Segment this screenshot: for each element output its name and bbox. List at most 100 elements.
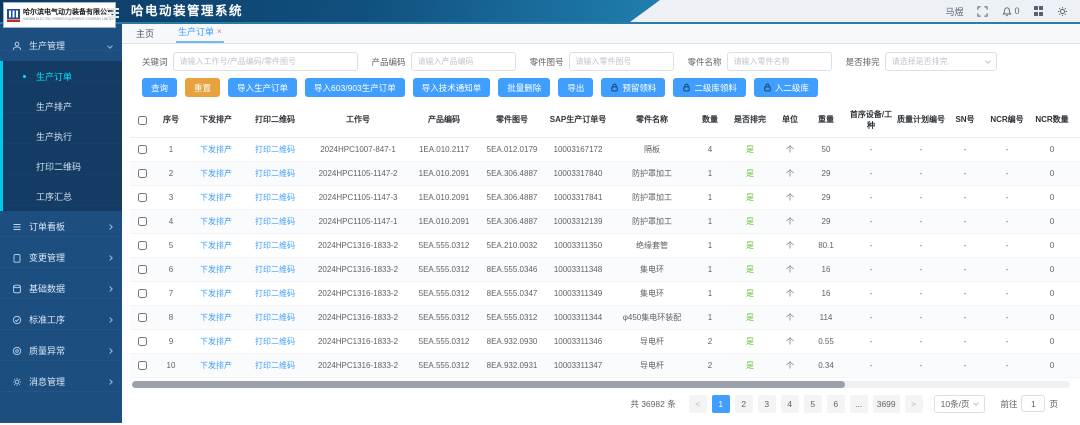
row-checkbox[interactable] (138, 289, 147, 298)
print-qr-link[interactable]: 打印二维码 (255, 193, 295, 202)
tab-home[interactable]: 主页 (134, 24, 156, 43)
page-number[interactable]: ... (850, 395, 868, 413)
cell-sap-order-no: 10003317840 (546, 161, 610, 185)
horizontal-scrollbar-thumb[interactable] (132, 381, 845, 388)
sidebar-group-quality[interactable]: 质量异常 (0, 335, 122, 366)
dispatch-link[interactable]: 下发排产 (200, 193, 232, 202)
menu-collapse-icon[interactable] (108, 8, 119, 20)
dispatch-link[interactable]: 下发排产 (200, 241, 232, 250)
prev-page-button[interactable]: < (689, 395, 707, 413)
tab-production-order[interactable]: 生产订单 × (176, 24, 224, 43)
print-qr-link[interactable]: 打印二维码 (255, 217, 295, 226)
notification-bell[interactable]: 0 (1002, 6, 1019, 17)
product-code-input[interactable] (411, 52, 516, 71)
close-tab-icon[interactable]: × (217, 28, 222, 36)
dispatch-link[interactable]: 下发排产 (200, 337, 232, 346)
secondary-store-in-button[interactable]: 入二级库 (754, 78, 818, 97)
row-checkbox[interactable] (138, 217, 147, 226)
part-drawing-label: 零件图号 (530, 56, 564, 68)
cell-part-name: 导电杆 (610, 353, 694, 377)
dispatch-link[interactable]: 下发排产 (200, 217, 232, 226)
horizontal-scrollbar-track[interactable] (132, 381, 1070, 388)
dispatch-link[interactable]: 下发排产 (200, 313, 232, 322)
row-checkbox[interactable] (138, 265, 147, 274)
dispatch-link[interactable]: 下发排产 (200, 289, 232, 298)
row-checkbox[interactable] (138, 313, 147, 322)
dispatch-link[interactable]: 下发排产 (200, 361, 232, 370)
cell-quality-plan-no: - (896, 233, 946, 257)
import-order-button[interactable]: 导入生产订单 (228, 78, 297, 97)
cell-sap-order-no: 10003167172 (546, 137, 610, 161)
apps-grid-icon[interactable] (1034, 6, 1044, 16)
print-qr-link[interactable]: 打印二维码 (255, 361, 295, 370)
print-qr-link[interactable]: 打印二维码 (255, 145, 295, 154)
secondary-store-pick-button[interactable]: 二级库领料 (673, 78, 746, 97)
submenu-item[interactable]: 生产执行 (3, 121, 122, 151)
cell-qty: 4 (694, 137, 726, 161)
fullscreen-icon[interactable] (977, 6, 988, 17)
cell-first-equipment: - (846, 353, 896, 377)
query-button[interactable]: 查询 (142, 78, 177, 97)
export-button[interactable]: 导出 (558, 78, 593, 97)
sidebar-group-base-data[interactable]: 基础数据 (0, 273, 122, 304)
print-qr-link[interactable]: 打印二维码 (255, 313, 295, 322)
column-header: NCR编号 (984, 105, 1030, 137)
cell-remark: - (1074, 257, 1080, 281)
submenu-item[interactable]: 生产排产 (3, 91, 122, 121)
keyword-input[interactable] (173, 52, 358, 71)
row-checkbox[interactable] (138, 193, 147, 202)
page-number[interactable]: 2 (735, 395, 753, 413)
page-number[interactable]: 3699 (873, 395, 900, 413)
scheduled-select[interactable]: 请选择是否排完 (885, 52, 997, 71)
page-size-select[interactable]: 10条/页 (934, 395, 986, 413)
dispatch-link[interactable]: 下发排产 (200, 145, 232, 154)
page-number[interactable]: 4 (781, 395, 799, 413)
dispatch-link[interactable]: 下发排产 (200, 169, 232, 178)
cell-sap-order-no: 10003312139 (546, 209, 610, 233)
cell-unit: 个 (774, 209, 806, 233)
page-number[interactable]: 5 (804, 395, 822, 413)
import-notice-button[interactable]: 导入技术通知单 (413, 78, 491, 97)
goto-page-input[interactable] (1021, 395, 1045, 412)
sidebar-group-messages[interactable]: 消息管理 (0, 366, 122, 397)
submenu-item[interactable]: 打印二维码 (3, 151, 122, 181)
page-number[interactable]: 1 (712, 395, 730, 413)
row-checkbox[interactable] (138, 145, 147, 154)
row-checkbox[interactable] (138, 169, 147, 178)
part-drawing-input[interactable] (569, 52, 674, 71)
row-checkbox[interactable] (138, 337, 147, 346)
sidebar-group-order-board[interactable]: 订单看板 (0, 211, 122, 242)
next-page-button[interactable]: > (905, 395, 923, 413)
batch-delete-button[interactable]: 批量删除 (498, 78, 550, 97)
print-qr-link[interactable]: 打印二维码 (255, 169, 295, 178)
dispatch-link[interactable]: 下发排产 (200, 265, 232, 274)
row-checkbox[interactable] (138, 241, 147, 250)
total-count: 共 36982 条 (630, 398, 675, 410)
table-header-row: 序号下发排产打印二维码工作号产品编码零件图号SAP生产订单号零件名称数量是否排完… (130, 105, 1080, 137)
print-qr-link[interactable]: 打印二维码 (255, 265, 295, 274)
print-qr-link[interactable]: 打印二维码 (255, 241, 295, 250)
page-number[interactable]: 6 (827, 395, 845, 413)
reset-button[interactable]: 重置 (185, 78, 220, 97)
part-name-input[interactable] (727, 52, 832, 71)
import-603-button[interactable]: 导入603/903生产订单 (305, 78, 405, 97)
cell-quality-plan-no: - (896, 161, 946, 185)
submenu-item[interactable]: 生产订单 (3, 61, 122, 91)
row-checkbox[interactable] (138, 361, 147, 370)
cell-unit: 个 (774, 185, 806, 209)
submenu-item-label: 生产执行 (36, 130, 72, 143)
print-qr-link[interactable]: 打印二维码 (255, 337, 295, 346)
page-number[interactable]: 3 (758, 395, 776, 413)
cell-sap-order-no: 10003311348 (546, 257, 610, 281)
print-qr-link[interactable]: 打印二维码 (255, 289, 295, 298)
submenu-item[interactable]: 工序汇总 (3, 181, 122, 211)
reserve-material-button[interactable]: 预留领料 (601, 78, 665, 97)
sidebar-group-label: 生产管理 (29, 39, 108, 52)
settings-gear-icon[interactable] (1057, 6, 1068, 17)
select-all-checkbox[interactable] (138, 116, 147, 125)
sidebar-group-standard-process[interactable]: 标准工序 (0, 304, 122, 335)
sidebar-group-change-mgmt[interactable]: 变更管理 (0, 242, 122, 273)
sidebar-group-production[interactable]: 生产管理 (0, 30, 122, 61)
user-name[interactable]: 马煜 (945, 5, 963, 18)
cell-unit: 个 (774, 305, 806, 329)
